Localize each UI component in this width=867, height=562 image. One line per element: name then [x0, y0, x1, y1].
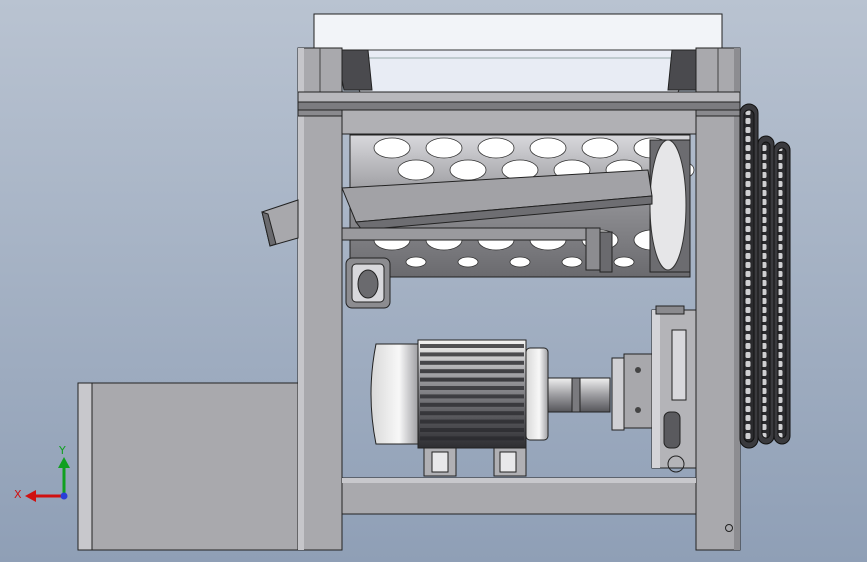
drum-hole: [561, 256, 583, 268]
motor-fin: [420, 419, 524, 424]
motor-fin: [420, 377, 524, 382]
motor-fin: [420, 360, 524, 365]
drum-hole: [529, 137, 567, 159]
motor-fin: [420, 386, 524, 390]
drum-hole: [457, 256, 479, 268]
motor-fin: [420, 436, 524, 441]
drum-hole: [449, 159, 487, 181]
drum-hole: [425, 137, 463, 159]
motor-shaft[interactable]: [547, 377, 611, 413]
idler-pulley[interactable]: [345, 257, 391, 309]
drum-hole: [477, 137, 515, 159]
drum-hole: [581, 137, 619, 159]
drum-hole: [509, 256, 531, 268]
motor-fin: [420, 402, 524, 407]
motor-fin: [420, 369, 524, 374]
motor-fin: [420, 344, 524, 348]
drum-hole: [405, 256, 427, 268]
feed-hopper[interactable]: [313, 13, 723, 93]
axis-y-label: Y: [58, 444, 66, 457]
chain-sprockets[interactable]: [739, 103, 791, 449]
motor-fin: [420, 428, 524, 432]
drum-hole: [613, 256, 635, 268]
axis-x-label: X: [14, 488, 22, 501]
outlet-box[interactable]: [77, 382, 299, 551]
motor-fin: [420, 352, 524, 357]
cad-viewport[interactable]: Y X: [0, 0, 867, 562]
motor-fin: [420, 394, 524, 399]
motor-fin: [420, 411, 524, 416]
drum-hole: [397, 159, 435, 181]
drum-hole: [373, 137, 411, 159]
